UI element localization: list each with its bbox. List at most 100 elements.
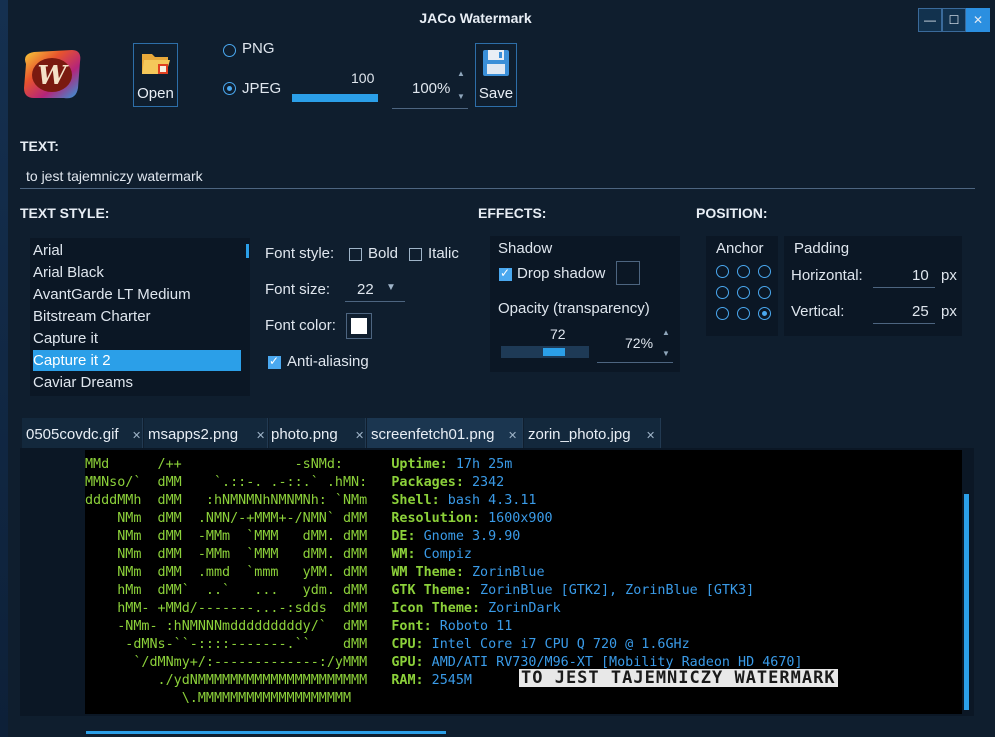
antialias-checkbox[interactable]	[268, 354, 281, 369]
preview-vscrollbar[interactable]	[964, 494, 969, 710]
save-button[interactable]: Save	[475, 43, 517, 107]
preview-hscrollbar[interactable]	[86, 731, 446, 734]
quality-underline	[392, 108, 468, 109]
vertical-underline	[873, 323, 935, 324]
opacity-up-icon[interactable]: ▲	[662, 328, 670, 337]
anchor-label: Anchor	[716, 240, 764, 257]
horizontal-unit: px	[941, 267, 957, 284]
font-list-item[interactable]: Caviar Dreams	[33, 372, 241, 393]
jpeg-radio[interactable]	[223, 82, 236, 95]
anchor-radio-top-center[interactable]	[737, 265, 750, 278]
shadow-color-swatch[interactable]	[616, 261, 640, 285]
tab-label: msapps2.png	[148, 426, 239, 443]
font-size-value[interactable]: 22	[357, 281, 374, 298]
tab-close-icon[interactable]: ✕	[508, 419, 517, 453]
vertical-input[interactable]: 25	[912, 303, 929, 320]
opacity-underline	[597, 362, 673, 363]
font-list-item[interactable]: Arial Black	[33, 262, 241, 283]
quality-slider-fill	[292, 94, 378, 102]
opacity-slider[interactable]	[501, 346, 589, 358]
font-size-underline	[345, 301, 405, 302]
info-value: ZorinBlue	[471, 565, 545, 580]
tab-screenfetch01[interactable]: screenfetch01.png ✕	[367, 418, 523, 448]
info-key: WM:	[391, 547, 424, 562]
preview-line: hMm dMM` ..` ... ydm. dMM GTK Theme: Zor…	[85, 582, 754, 600]
spin-down-icon[interactable]: ▼	[457, 92, 465, 101]
info-value: ZorinBlue [GTK2], ZorinBlue [GTK3]	[480, 583, 755, 598]
app-logo-icon: W	[24, 50, 81, 99]
anchor-radio-center[interactable]	[737, 286, 750, 299]
png-radio[interactable]	[223, 44, 236, 57]
chevron-down-icon[interactable]: ▼	[386, 282, 396, 293]
ascii-art: NMm dMM -MMm `MMM dMM. dMM	[85, 529, 392, 544]
font-list-scrollbar[interactable]	[246, 244, 249, 258]
info-value: Compiz	[423, 547, 472, 562]
tab-close-icon[interactable]: ✕	[355, 419, 364, 453]
floppy-disk-icon	[483, 50, 509, 76]
position-header: POSITION:	[696, 205, 768, 221]
tab-0505covdc[interactable]: 0505covdc.gif ✕	[22, 418, 143, 448]
preview-line: ./ydNMMMMMMMMMMMMMMMMMMMMM RAM: 2545M	[85, 672, 472, 690]
horizontal-input[interactable]: 10	[912, 267, 929, 284]
font-color-fill	[351, 318, 367, 334]
anchor-radio-middle-left[interactable]	[716, 286, 729, 299]
quality-percent[interactable]: 100%	[412, 80, 450, 97]
preview-line: \.MMMMMMMMMMMMMMMMMMM	[85, 690, 391, 708]
font-color-swatch[interactable]	[346, 313, 372, 339]
font-list-item[interactable]: Capture it	[33, 328, 241, 349]
title-bar[interactable]: JACo Watermark — ☐ ✕	[8, 0, 995, 36]
close-icon[interactable]: ✕	[966, 8, 990, 32]
font-list-item[interactable]: Bitstream Charter	[33, 306, 241, 327]
tab-msapps2[interactable]: msapps2.png ✕	[144, 418, 268, 448]
opacity-slider-fill	[543, 348, 565, 356]
anchor-radio-top-left[interactable]	[716, 265, 729, 278]
drop-shadow-checkbox[interactable]	[499, 266, 512, 281]
spin-up-icon[interactable]: ▲	[457, 69, 465, 78]
preview-line: NMm dMM .mmd `mmm yMM. dMM WM Theme: Zor…	[85, 564, 545, 582]
font-list[interactable]: Arial Arial Black AvantGarde LT Medium Bits…	[30, 238, 250, 396]
opacity-label: Opacity (transparency)	[498, 300, 650, 317]
jpeg-label: JPEG	[242, 80, 282, 97]
anchor-radio-bottom-center[interactable]	[737, 307, 750, 320]
italic-checkbox[interactable]	[409, 248, 422, 261]
maximize-icon[interactable]: ☐	[942, 8, 966, 32]
bold-checkbox[interactable]	[349, 248, 362, 261]
antialias-label: Anti-aliasing	[287, 353, 369, 370]
ascii-art: ./ydNMMMMMMMMMMMMMMMMMMMMM	[85, 673, 392, 688]
anchor-radio-top-right[interactable]	[758, 265, 771, 278]
font-list-item[interactable]: Arial	[33, 240, 241, 261]
ascii-art: NMm dMM .mmd `mmm yMM. dMM	[85, 565, 392, 580]
info-key: Resolution:	[391, 511, 489, 526]
ascii-art: MMd /++ -sNMd:	[85, 457, 392, 472]
tab-close-icon[interactable]: ✕	[132, 419, 141, 453]
shadow-label: Shadow	[498, 240, 553, 257]
preview-line: MMNso/` dMM `.::-. .-::.` .hMN: Packages…	[85, 474, 504, 492]
font-list-item[interactable]: Capture it 2	[33, 350, 241, 371]
font-list-item[interactable]: AvantGarde LT Medium	[33, 284, 241, 305]
tab-photo[interactable]: photo.png ✕	[269, 418, 366, 448]
text-style-header: TEXT STYLE:	[20, 205, 110, 221]
quality-slider[interactable]	[292, 94, 378, 102]
watermark-overlay: TO JEST TAJEMNICZY WATERMARK	[519, 668, 838, 688]
effects-header: EFFECTS:	[478, 205, 547, 221]
anchor-radio-bottom-left[interactable]	[716, 307, 729, 320]
open-button[interactable]: Open	[133, 43, 178, 107]
font-name: Capture it	[33, 330, 99, 347]
font-size-label: Font size:	[265, 281, 331, 298]
opacity-percent[interactable]: 72%	[625, 335, 653, 351]
tab-close-icon[interactable]: ✕	[646, 419, 655, 453]
watermark-text-input[interactable]: to jest tajemniczy watermark	[26, 168, 203, 184]
tab-zorin-photo[interactable]: zorin_photo.jpg ✕	[524, 418, 661, 448]
ascii-art: NMm dMM -MMm `MMM dMM. dMM	[85, 547, 392, 562]
preview-line: NMm dMM .NMN/-+MMM+-/NMN` dMM Resolution…	[85, 510, 552, 528]
info-key: Shell:	[391, 493, 448, 508]
tab-close-icon[interactable]: ✕	[256, 419, 265, 453]
quality-value: 100	[351, 70, 375, 86]
font-name: Caviar Dreams	[33, 374, 134, 391]
svg-text:W: W	[37, 61, 69, 91]
opacity-down-icon[interactable]: ▼	[662, 349, 670, 358]
minimize-icon[interactable]: —	[918, 8, 942, 32]
anchor-radio-middle-right[interactable]	[758, 286, 771, 299]
desktop-strip	[0, 0, 8, 737]
anchor-radio-bottom-right[interactable]	[758, 307, 771, 320]
